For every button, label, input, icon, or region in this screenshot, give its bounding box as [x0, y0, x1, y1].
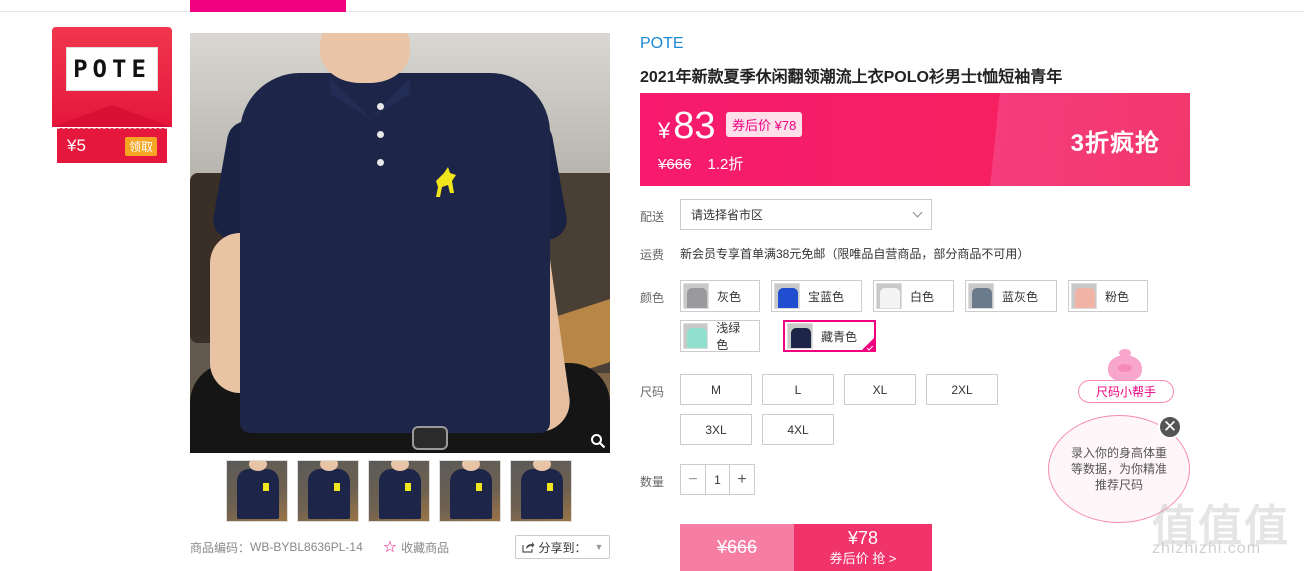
chevron-down-icon — [912, 207, 923, 218]
size-option[interactable]: M — [680, 374, 752, 405]
main-product-image[interactable] — [190, 33, 610, 453]
quantity-value[interactable]: 1 — [705, 465, 730, 494]
original-price: ¥666 1.2折 — [658, 156, 744, 173]
price-banner: ¥ 83 券后价 ¥78 ¥666 1.2折 3折疯抢 — [640, 93, 1190, 186]
quantity-stepper: − 1 + — [680, 464, 755, 495]
color-option[interactable]: 宝蓝色 — [771, 280, 862, 312]
thumbnail-strip — [226, 460, 572, 522]
quantity-increase-button[interactable]: + — [730, 465, 754, 494]
color-option[interactable]: 粉色 — [1068, 280, 1148, 312]
size-label: 尺码 — [640, 385, 665, 399]
size-helper-button[interactable]: 尺码小帮手 — [1078, 380, 1174, 403]
star-icon: ☆ — [382, 539, 398, 556]
brand-coupon: ¥5 领取 — [57, 128, 167, 163]
discount-rate: 1.2折 — [707, 156, 744, 173]
size-option[interactable]: 3XL — [680, 414, 752, 445]
color-swatch — [787, 323, 813, 349]
color-label: 颜色 — [640, 291, 665, 305]
size-option[interactable]: L — [762, 374, 834, 405]
coupon-price-badge: 券后价 ¥78 — [726, 112, 803, 137]
original-price-button[interactable]: ¥666 — [680, 524, 794, 571]
delivery-label: 配送 — [640, 210, 665, 224]
brand-logo: POTE — [66, 47, 158, 91]
favorite-button[interactable]: ☆ 收藏商品 — [383, 537, 449, 557]
color-option-label: 蓝灰色 — [1002, 289, 1039, 304]
size-option[interactable]: 4XL — [762, 414, 834, 445]
share-button[interactable]: 分享到： ▼ — [515, 535, 610, 559]
card-fold — [52, 105, 172, 127]
color-swatch — [683, 323, 709, 349]
color-option-label: 白色 — [910, 289, 935, 304]
shipping-info: 新会员专享首单满38元免邮（限唯品自营商品，部分商品不可用） — [680, 247, 1030, 261]
pig-mascot-icon — [1108, 349, 1142, 381]
color-option-label: 浅绿色 — [716, 321, 741, 352]
sku-code-value: WB-BYBL8636PL-14 — [250, 540, 363, 554]
coupon-value: ¥5 — [67, 136, 86, 155]
thumbnail[interactable] — [439, 460, 501, 522]
color-swatch — [774, 283, 800, 309]
product-title: 2021年新款夏季休闲翻领潮流上衣POLO衫男士t恤短袖青年 — [640, 69, 1063, 86]
color-option-label: 宝蓝色 — [808, 289, 845, 304]
shipping-label: 运费 — [640, 248, 665, 262]
polo-logo — [436, 167, 456, 197]
color-swatch — [968, 283, 994, 309]
sku-row: 商品编码： WB-BYBL8636PL-14 ☆ 收藏商品 分享到： ▼ — [190, 533, 610, 561]
color-option[interactable]: 灰色 — [680, 280, 760, 312]
quantity-label: 数量 — [640, 475, 665, 489]
thumbnail[interactable] — [226, 460, 288, 522]
current-price: ¥ 83 — [658, 105, 716, 147]
share-icon — [521, 542, 535, 553]
caret-down-icon: ▼ — [594, 542, 604, 552]
color-option[interactable]: 藏青色 — [783, 320, 876, 352]
zoom-icon[interactable] — [590, 433, 606, 449]
site-watermark: 值值值 zhizhizhi.com — [1152, 501, 1290, 557]
color-swatch — [1071, 283, 1097, 309]
sku-code-label: 商品编码： — [190, 540, 251, 555]
brand-link[interactable]: POTE — [640, 35, 684, 53]
brand-card[interactable]: POTE — [52, 27, 172, 127]
claim-coupon-button[interactable]: 领取 — [124, 136, 157, 156]
thumbnail[interactable] — [510, 460, 572, 522]
color-swatch — [683, 283, 709, 309]
active-tab-indicator — [190, 0, 346, 12]
close-icon[interactable]: ✕ — [1158, 415, 1182, 439]
region-select[interactable]: 请选择省市区 — [680, 199, 932, 230]
color-option-label: 藏青色 — [821, 329, 858, 344]
check-icon — [866, 344, 874, 351]
promo-text: 3折疯抢 — [1070, 130, 1160, 157]
color-option[interactable]: 浅绿色 — [680, 320, 760, 352]
thumbnail[interactable] — [368, 460, 430, 522]
buy-with-coupon-button[interactable]: ¥78 券后价 抢 > — [794, 524, 932, 571]
size-option[interactable]: 2XL — [926, 374, 998, 405]
quantity-decrease-button[interactable]: − — [681, 465, 705, 494]
color-option[interactable]: 白色 — [873, 280, 954, 312]
wrist-watch — [412, 426, 448, 450]
size-option[interactable]: XL — [844, 374, 916, 405]
color-option-label: 粉色 — [1105, 289, 1130, 304]
color-option[interactable]: 蓝灰色 — [965, 280, 1057, 312]
thumbnail[interactable] — [297, 460, 359, 522]
color-option-label: 灰色 — [717, 289, 742, 304]
color-swatch — [876, 283, 902, 309]
